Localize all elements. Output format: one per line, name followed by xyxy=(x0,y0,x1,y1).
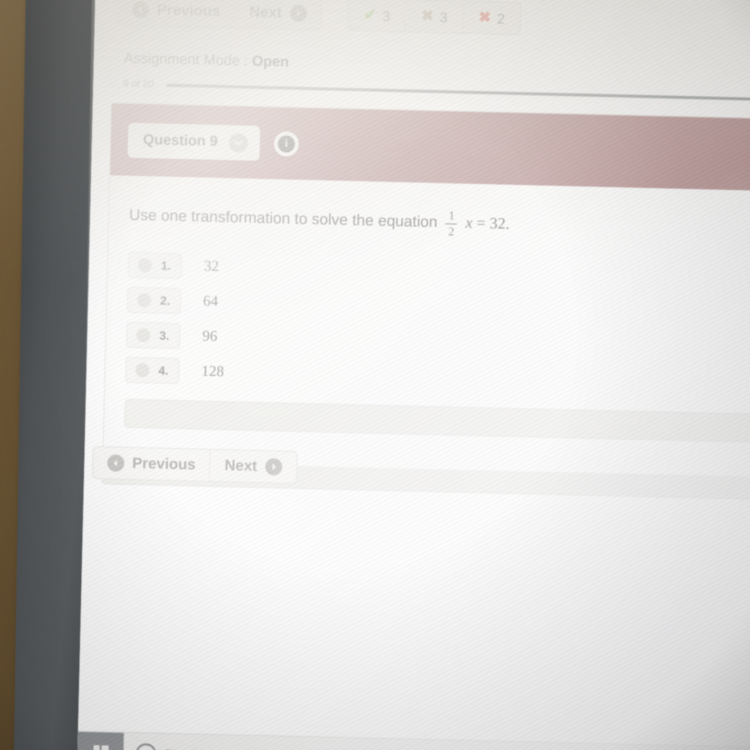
bottom-navigation: Previous Next xyxy=(91,446,298,484)
info-icon[interactable]: i xyxy=(273,130,300,157)
score-summary: ✔ 3 ✖ 3 ✖ 2 xyxy=(347,0,522,36)
option-number: 1. xyxy=(160,258,172,274)
score-partial: ✖ 3 xyxy=(405,0,464,33)
top-next-label: Next xyxy=(249,3,283,22)
option-2-selector[interactable]: 2. xyxy=(126,287,182,315)
top-nav-button-group: Previous Next xyxy=(116,0,323,31)
answer-action-bar[interactable] xyxy=(124,398,750,444)
top-next-button[interactable]: Next xyxy=(234,0,322,30)
option-row[interactable]: 4. 128 xyxy=(125,356,750,398)
option-row[interactable]: 1. 32 xyxy=(127,252,750,293)
score-wrong: ✖ 2 xyxy=(463,2,520,34)
photo-of-monitor: Previous Next ✔ 3 ✖ 3 ✖ 2 Assignment Mod… xyxy=(0,0,750,750)
option-number: 2. xyxy=(159,293,171,309)
progress-label: 9 of 20 xyxy=(123,78,154,91)
fraction-one-half: 1 2 xyxy=(445,208,458,239)
answer-options: 1. 32 2. 64 3. 96 4. 128 xyxy=(125,252,750,398)
assignment-mode-label: Assignment Mode : xyxy=(123,50,249,70)
radio-button[interactable] xyxy=(136,293,152,308)
check-mark-icon: ✔ xyxy=(363,6,377,24)
question-selector[interactable]: Question 9 xyxy=(127,122,261,161)
score-partial-count: 3 xyxy=(439,8,448,25)
question-body: Use one transformation to solve the equa… xyxy=(103,175,750,478)
option-row[interactable]: 3. 96 xyxy=(126,322,750,363)
fraction-numerator: 1 xyxy=(448,208,455,223)
monitor-screen: Previous Next ✔ 3 ✖ 3 ✖ 2 Assignment Mod… xyxy=(77,0,750,750)
score-wrong-count: 2 xyxy=(496,9,506,27)
radio-button[interactable] xyxy=(136,328,151,343)
x-mark-icon: ✖ xyxy=(478,9,492,27)
option-number: 3. xyxy=(159,328,170,344)
option-row[interactable]: 2. 64 xyxy=(126,287,750,328)
option-text: 32 xyxy=(203,258,220,275)
cortana-circle-icon[interactable] xyxy=(135,742,157,750)
radio-button[interactable] xyxy=(135,363,150,378)
info-icon-glyph: i xyxy=(277,134,296,153)
question-selector-label: Question 9 xyxy=(142,132,219,150)
assignment-page: Previous Next ✔ 3 ✖ 3 ✖ 2 Assignment Mod… xyxy=(77,0,750,750)
top-previous-label: Previous xyxy=(156,1,221,20)
progress-indicator: 9 of 20 xyxy=(123,79,750,105)
arrow-left-circle-icon xyxy=(131,0,150,19)
question-prompt-text: Use one transformation to solve the equa… xyxy=(128,207,438,232)
option-text: 128 xyxy=(201,363,225,380)
bottom-next-button[interactable]: Next xyxy=(210,449,297,483)
bottom-nav-button-group: Previous Next xyxy=(91,446,298,484)
option-text: 96 xyxy=(202,328,218,345)
equation-tail: x = 32. xyxy=(465,212,510,237)
bottom-next-label: Next xyxy=(224,457,258,475)
windows-taskbar: Type here to search xyxy=(77,728,750,750)
equation-rest: = 32. xyxy=(472,215,510,233)
windows-start-icon[interactable] xyxy=(77,731,124,750)
x-mark-muted-icon: ✖ xyxy=(420,7,434,25)
option-text: 64 xyxy=(202,293,219,310)
score-correct: ✔ 3 xyxy=(348,0,407,32)
option-1-selector[interactable]: 1. xyxy=(127,252,183,280)
bottom-previous-button[interactable]: Previous xyxy=(92,447,212,481)
option-number: 4. xyxy=(158,363,169,379)
assignment-mode-value: Open xyxy=(251,53,290,71)
option-3-selector[interactable]: 3. xyxy=(126,322,181,350)
arrow-right-circle-icon xyxy=(264,458,283,476)
taskbar-search[interactable]: Type here to search xyxy=(122,732,750,750)
arrow-left-circle-icon xyxy=(107,454,125,472)
option-4-selector[interactable]: 4. xyxy=(125,356,180,385)
question-prompt: Use one transformation to solve the equa… xyxy=(129,202,750,245)
fraction-denominator: 2 xyxy=(448,223,455,239)
arrow-right-circle-icon xyxy=(289,4,308,22)
chevron-down-icon[interactable] xyxy=(228,132,249,153)
assignment-mode: Assignment Mode : Open xyxy=(124,51,290,71)
bottom-previous-label: Previous xyxy=(132,454,196,474)
top-navigation: Previous Next ✔ 3 ✖ 3 ✖ 2 xyxy=(116,0,522,36)
progress-bar xyxy=(165,83,750,101)
windows-logo xyxy=(93,744,109,750)
radio-button[interactable] xyxy=(137,258,153,273)
score-correct-count: 3 xyxy=(382,7,391,24)
top-previous-button[interactable]: Previous xyxy=(117,0,236,28)
question-card: Question 9 i Use one transformation to s… xyxy=(101,102,750,501)
